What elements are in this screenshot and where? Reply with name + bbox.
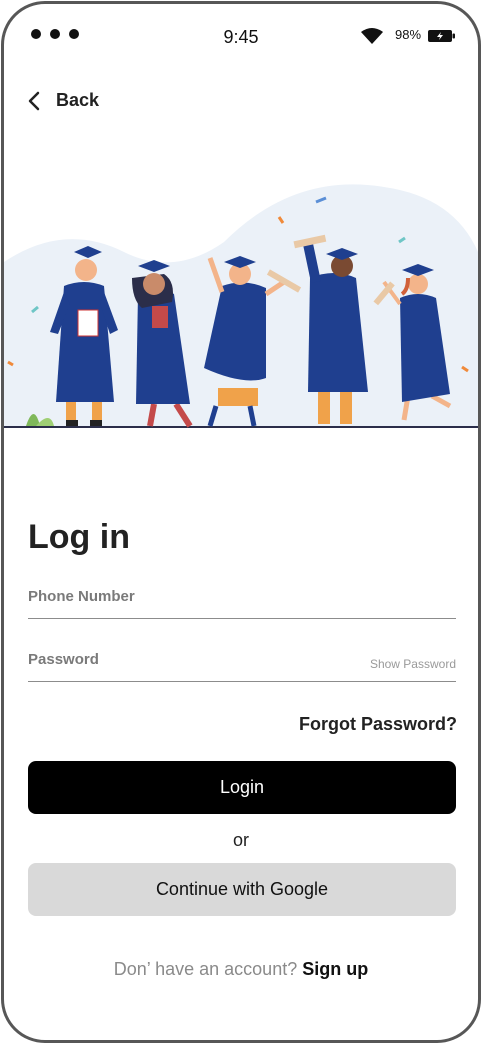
back-button[interactable]: Back [28, 90, 99, 111]
forgot-password-link[interactable]: Forgot Password? [299, 714, 457, 735]
continue-with-google-button[interactable]: Continue with Google [28, 863, 456, 916]
show-password-toggle[interactable]: Show Password [370, 657, 456, 671]
password-field[interactable]: Password Show Password [28, 645, 456, 682]
login-button[interactable]: Login [28, 761, 456, 814]
graduates-illustration [4, 184, 478, 428]
wifi-icon [361, 28, 383, 44]
phone-number-field[interactable]: Phone Number [28, 582, 456, 619]
battery-percent: 98% [395, 27, 422, 42]
chevron-left-icon [28, 91, 40, 110]
phone-number-input[interactable] [28, 582, 456, 618]
signup-row: Don’ have an account? Sign up [4, 959, 478, 980]
signup-link[interactable]: Sign up [302, 959, 368, 979]
signup-prompt: Don’ have an account? [113, 959, 298, 979]
phone-frame: 9:45 98% Back Log in Phone Number Passwo… [1, 1, 481, 1043]
page-title: Log in [28, 518, 130, 556]
battery-icon [428, 30, 455, 42]
or-divider-text: or [232, 830, 249, 850]
back-label: Back [56, 90, 100, 110]
status-bar: 9:45 98% [4, 4, 478, 64]
